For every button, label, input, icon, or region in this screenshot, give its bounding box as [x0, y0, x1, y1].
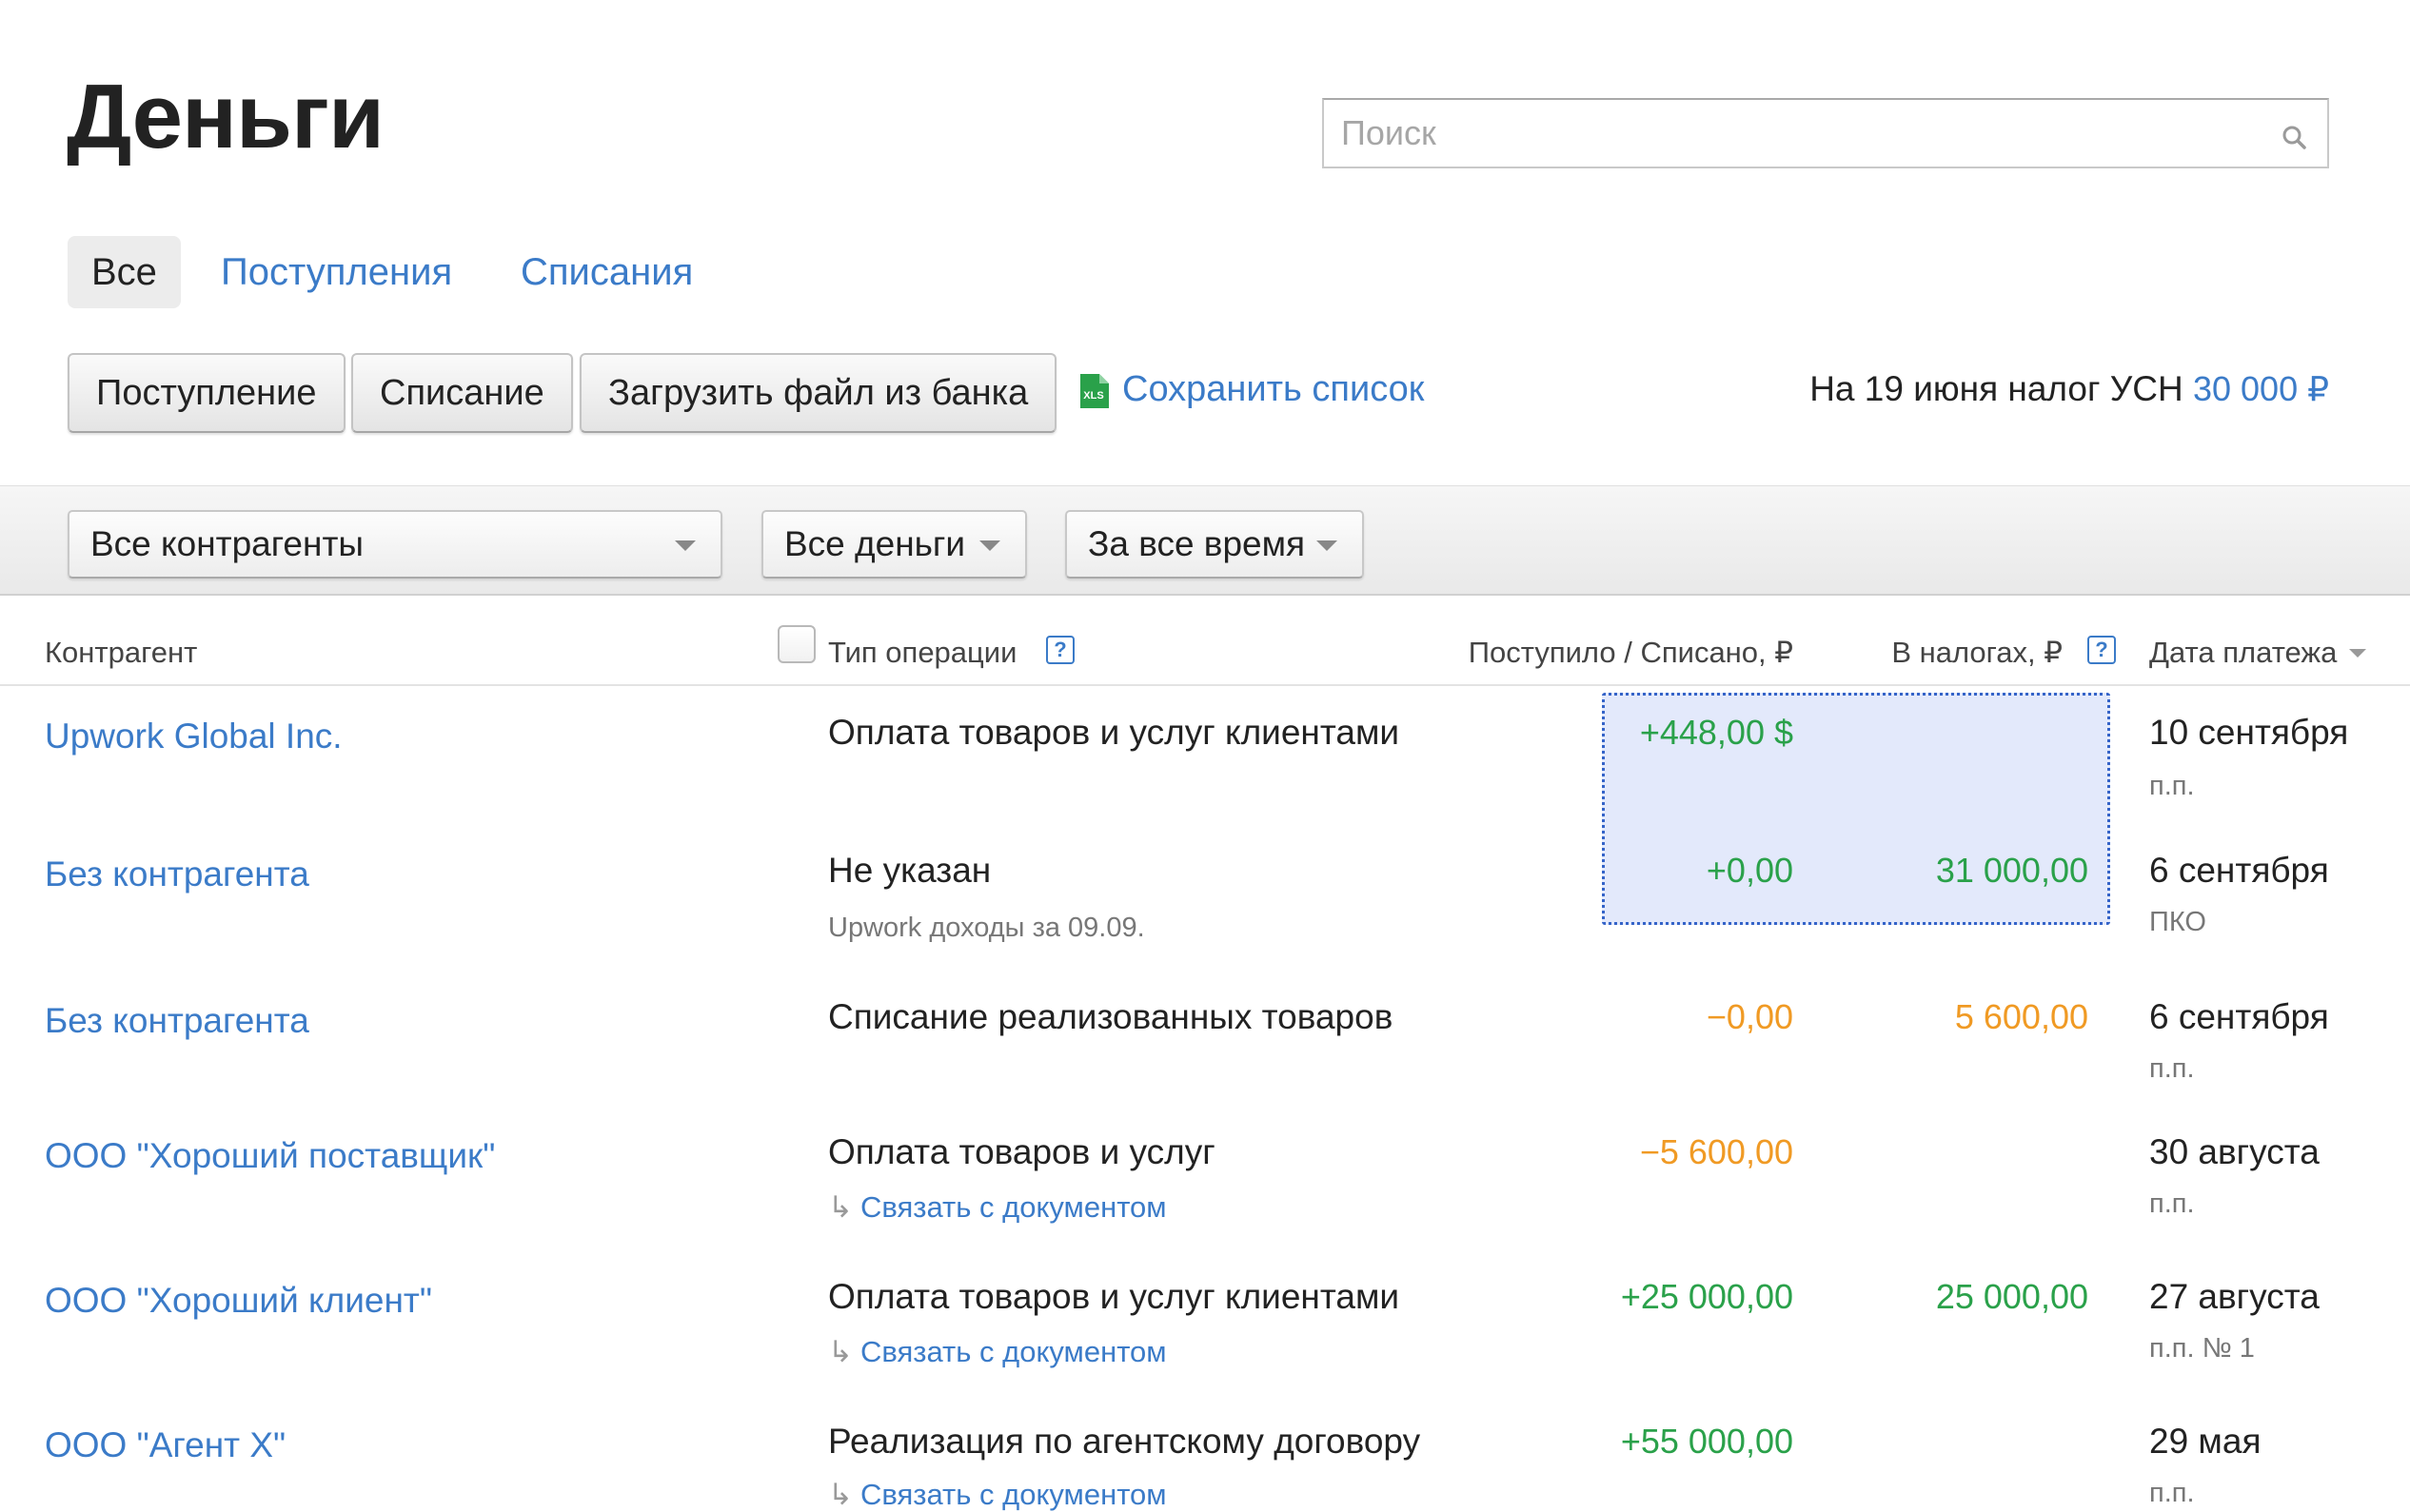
add-income-button[interactable]: Поступление: [68, 353, 346, 433]
counterparty-filter-dropdown[interactable]: Все контрагенты: [68, 510, 722, 579]
row-payment-date: 27 августа: [2149, 1277, 2320, 1316]
row-counterparty-link[interactable]: Без контрагента: [45, 854, 309, 894]
link-document-link[interactable]: ↳ Связать с документом: [828, 1190, 1167, 1225]
tax-amount-link[interactable]: 30 000 ₽: [2193, 369, 2329, 408]
row-payment-date: 10 сентября: [2149, 713, 2349, 752]
row-amount[interactable]: +448,00 $: [1640, 713, 1793, 753]
row-tax-amount[interactable]: 31 000,00: [1936, 851, 2088, 891]
link-document-link[interactable]: ↳ Связать с документом: [828, 1478, 1167, 1512]
chevron-down-icon: [1316, 540, 1337, 551]
column-header-amount[interactable]: Поступило / Списано, ₽: [1469, 636, 1793, 670]
row-amount[interactable]: +25 000,00: [1621, 1277, 1793, 1317]
row-note: Upwork доходы за 09.09.: [828, 913, 1145, 943]
link-document-link[interactable]: ↳ Связать с документом: [828, 1335, 1167, 1369]
search-box[interactable]: [1322, 98, 2329, 168]
money-filter-dropdown[interactable]: Все деньги: [761, 510, 1027, 579]
column-header-counterparty[interactable]: Контрагент: [45, 636, 197, 670]
tab-all[interactable]: Все: [68, 236, 181, 308]
tax-info: На 19 июня налог УСН 30 000 ₽: [1809, 369, 2329, 409]
row-counterparty-link[interactable]: Upwork Global Inc.: [45, 717, 343, 756]
tab-income[interactable]: Поступления: [197, 236, 476, 308]
row-operation-type[interactable]: Реализация по агентскому договору: [828, 1422, 1420, 1462]
row-amount[interactable]: −5 600,00: [1640, 1132, 1793, 1172]
page-title: Деньги: [67, 66, 385, 167]
search-icon[interactable]: [2282, 125, 2306, 149]
upload-bank-file-button[interactable]: Загрузить файл из банка: [580, 353, 1057, 433]
column-header-taxes[interactable]: В налогах, ₽: [1891, 636, 2063, 670]
chevron-down-icon: [675, 540, 696, 551]
link-document-label: Связать с документом: [859, 1190, 1167, 1224]
money-filter-value: Все деньги: [784, 524, 966, 563]
row-operation-type[interactable]: Оплата товаров и услуг клиентами: [828, 713, 1399, 753]
select-all-checkbox[interactable]: [778, 625, 816, 663]
row-tax-amount[interactable]: 5 600,00: [1955, 997, 2088, 1037]
row-counterparty-link[interactable]: ООО "Агент Х": [45, 1425, 286, 1465]
row-tax-amount[interactable]: 25 000,00: [1936, 1277, 2088, 1317]
link-arrow-icon: ↳: [828, 1478, 853, 1511]
row-amount[interactable]: −0,00: [1707, 997, 1793, 1037]
row-payment-date: 29 мая: [2149, 1422, 2262, 1461]
row-operation-type[interactable]: Оплата товаров и услуг клиентами: [828, 1277, 1399, 1317]
link-document-label: Связать с документом: [859, 1335, 1167, 1368]
row-document-type: п.п.: [2149, 1188, 2195, 1219]
link-arrow-icon: ↳: [828, 1335, 853, 1368]
row-amount[interactable]: +0,00: [1707, 851, 1793, 891]
column-header-payment-date[interactable]: Дата платежа: [2149, 636, 2337, 670]
help-icon[interactable]: ?: [1046, 636, 1075, 664]
tab-expense[interactable]: Списания: [497, 236, 717, 308]
help-icon[interactable]: ?: [2087, 636, 2116, 664]
counterparty-filter-value: Все контрагенты: [90, 524, 364, 563]
row-payment-date: 6 сентября: [2149, 851, 2329, 890]
row-payment-date: 6 сентября: [2149, 997, 2329, 1036]
row-operation-type[interactable]: Не указан: [828, 851, 991, 891]
link-arrow-icon: ↳: [828, 1190, 853, 1224]
row-operation-type[interactable]: Списание реализованных товаров: [828, 997, 1393, 1037]
row-document-type: п.п.: [2149, 1478, 2195, 1508]
sort-desc-icon[interactable]: [2349, 649, 2366, 658]
row-document-type: ПКО: [2149, 907, 2206, 937]
row-document-type: п.п. № 1: [2149, 1333, 2255, 1364]
row-counterparty-link[interactable]: ООО "Хороший поставщик": [45, 1136, 495, 1176]
row-operation-type[interactable]: Оплата товаров и услуг: [828, 1132, 1215, 1172]
row-document-type: п.п.: [2149, 1053, 2195, 1084]
chevron-down-icon: [979, 540, 1000, 551]
row-counterparty-link[interactable]: Без контрагента: [45, 1001, 309, 1041]
row-payment-date: 30 августа: [2149, 1132, 2320, 1171]
add-expense-button[interactable]: Списание: [351, 353, 573, 433]
column-header-operation-type[interactable]: Тип операции: [828, 636, 1017, 670]
period-filter-dropdown[interactable]: За все время: [1065, 510, 1364, 579]
search-input[interactable]: [1324, 100, 2272, 167]
svg-text:XLS: XLS: [1083, 390, 1103, 402]
header-divider: [0, 684, 2410, 686]
link-document-label: Связать с документом: [859, 1478, 1167, 1511]
tax-info-text: На 19 июня налог УСН: [1809, 369, 2183, 408]
row-counterparty-link[interactable]: ООО "Хороший клиент": [45, 1281, 432, 1321]
period-filter-value: За все время: [1088, 524, 1306, 563]
xls-file-icon[interactable]: XLS: [1078, 374, 1109, 408]
row-amount[interactable]: +55 000,00: [1621, 1422, 1793, 1462]
save-list-link[interactable]: Сохранить список: [1122, 369, 1424, 410]
row-document-type: п.п.: [2149, 771, 2195, 801]
